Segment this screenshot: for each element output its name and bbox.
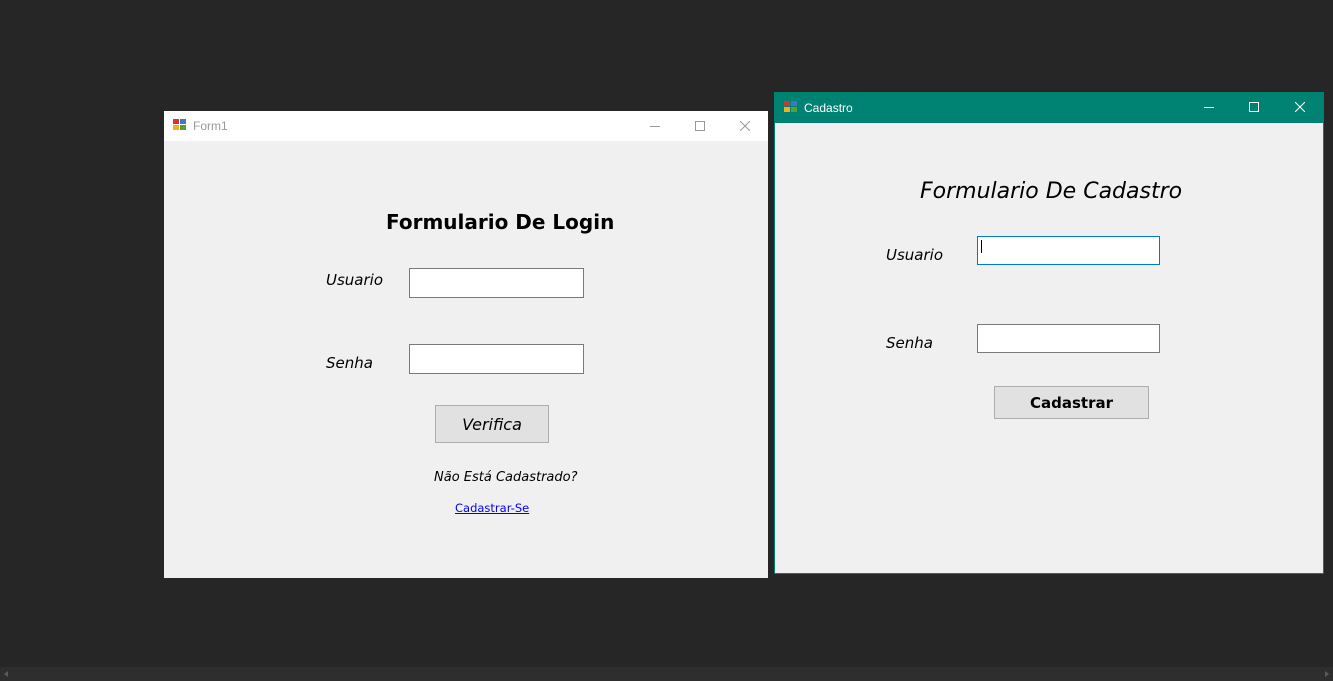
login-window-title: Form1 bbox=[193, 119, 228, 133]
login-minimize-button[interactable] bbox=[632, 111, 677, 141]
login-heading: Formulario De Login bbox=[386, 210, 615, 234]
register-usuario-label: Usuario bbox=[886, 246, 944, 264]
register-window-title: Cadastro bbox=[804, 101, 853, 115]
minimize-icon bbox=[1203, 107, 1214, 108]
login-titlebar[interactable]: Form1 bbox=[164, 111, 768, 141]
register-button[interactable]: Cadastrar bbox=[994, 386, 1149, 419]
register-button-label: Cadastrar bbox=[1029, 393, 1113, 412]
register-heading: Formulario De Cadastro bbox=[920, 179, 1183, 204]
register-window: Cadastro Formulario De Cadastro Usuario … bbox=[774, 92, 1324, 574]
login-usuario-label: Usuario bbox=[326, 271, 384, 289]
register-link[interactable]: Cadastrar-Se bbox=[455, 501, 529, 515]
minimize-icon bbox=[649, 126, 660, 127]
verify-button-label: Verifica bbox=[462, 414, 522, 434]
horizontal-scrollbar[interactable] bbox=[0, 667, 1333, 681]
scroll-left-icon[interactable] bbox=[4, 671, 8, 677]
register-close-button[interactable] bbox=[1277, 92, 1322, 122]
not-registered-text: Não Está Cadastrado? bbox=[434, 470, 578, 485]
register-minimize-button[interactable] bbox=[1186, 92, 1231, 122]
login-senha-label: Senha bbox=[326, 354, 373, 372]
maximize-icon bbox=[694, 121, 705, 131]
register-senha-input[interactable] bbox=[977, 324, 1160, 353]
register-maximize-button[interactable] bbox=[1231, 92, 1276, 122]
maximize-icon bbox=[1248, 102, 1259, 112]
text-caret bbox=[981, 240, 982, 253]
login-maximize-button[interactable] bbox=[677, 111, 722, 141]
register-senha-label: Senha bbox=[886, 334, 933, 352]
login-usuario-input[interactable] bbox=[409, 268, 584, 298]
login-senha-input[interactable] bbox=[409, 344, 584, 374]
login-close-button[interactable] bbox=[722, 111, 767, 141]
register-titlebar[interactable]: Cadastro bbox=[774, 92, 1324, 123]
close-icon bbox=[739, 121, 750, 131]
scroll-right-icon[interactable] bbox=[1325, 671, 1329, 677]
verify-button[interactable]: Verifica bbox=[435, 405, 549, 443]
form-app-icon bbox=[173, 119, 187, 131]
close-icon bbox=[1294, 102, 1305, 112]
register-usuario-input[interactable] bbox=[977, 236, 1160, 265]
form-app-icon bbox=[784, 101, 798, 113]
login-window: Form1 Formulario De Login Usuario Senha … bbox=[164, 111, 768, 578]
